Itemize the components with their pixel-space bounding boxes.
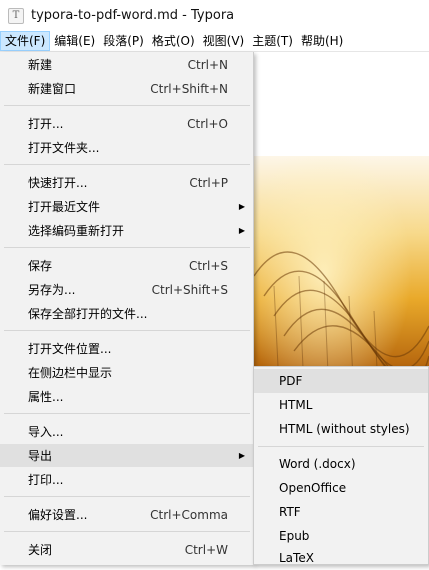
export-html-without-styles[interactable]: HTML (without styles) <box>254 417 428 441</box>
menu-paragraph[interactable]: 段落(P) <box>99 31 148 51</box>
menu-item-label: 打印... <box>28 473 64 487</box>
menu-item-shortcut: Ctrl+Shift+S <box>151 282 228 297</box>
export-item-label: OpenOffice <box>279 481 347 495</box>
menu-item-label: 打开文件夹... <box>28 141 100 155</box>
export-pdf[interactable]: PDF <box>254 369 428 393</box>
menu-separator <box>4 330 250 331</box>
menu-item-label: 导入... <box>28 425 64 439</box>
submenu-arrow-icon: ▶ <box>238 202 245 211</box>
menu-item-new-window[interactable]: 新建窗口 Ctrl+Shift+N <box>0 77 253 100</box>
menu-item-label: 属性... <box>28 390 64 404</box>
menu-separator <box>4 105 250 106</box>
menu-separator <box>4 531 250 532</box>
menu-item-export[interactable]: 导出 ▶ <box>0 444 253 467</box>
menu-item-properties[interactable]: 属性... <box>0 385 253 408</box>
menu-item-save[interactable]: 保存 Ctrl+S <box>0 254 253 277</box>
menu-item-label: 新建 <box>28 58 53 72</box>
menu-item-label: 选择编码重新打开 <box>28 224 125 238</box>
file-menu-dropdown: 新建 Ctrl+N 新建窗口 Ctrl+Shift+N 打开... Ctrl+O… <box>0 52 254 565</box>
menu-item-open[interactable]: 打开... Ctrl+O <box>0 112 253 135</box>
menu-item-label: 导出 <box>28 449 53 463</box>
menu-item-print[interactable]: 打印... <box>0 468 253 491</box>
menu-item-reopen-with-encoding[interactable]: 选择编码重新打开 ▶ <box>0 219 253 242</box>
menu-edit[interactable]: 编辑(E) <box>50 31 99 51</box>
menu-item-reveal-in-sidebar[interactable]: 在侧边栏中显示 <box>0 361 253 384</box>
menu-item-label: 保存全部打开的文件... <box>28 307 148 321</box>
menu-item-quick-open[interactable]: 快速打开... Ctrl+P <box>0 171 253 194</box>
menu-help[interactable]: 帮助(H) <box>297 31 347 51</box>
menu-item-shortcut: Ctrl+W <box>184 542 228 557</box>
menu-item-label: 关闭 <box>28 543 53 557</box>
menu-item-new[interactable]: 新建 Ctrl+N <box>0 53 253 76</box>
menu-theme[interactable]: 主题(T) <box>248 31 297 51</box>
menu-item-import[interactable]: 导入... <box>0 420 253 443</box>
menu-item-shortcut: Ctrl+N <box>187 57 228 72</box>
export-openoffice[interactable]: OpenOffice <box>254 476 428 500</box>
menu-separator <box>4 496 250 497</box>
menu-item-shortcut: Ctrl+P <box>189 175 228 190</box>
export-epub[interactable]: Epub <box>254 524 428 548</box>
menu-item-label: 另存为... <box>28 283 76 297</box>
menu-separator <box>4 247 250 248</box>
export-latex[interactable]: LaTeX <box>254 546 428 570</box>
export-submenu: PDF HTML HTML (without styles) Word (.do… <box>253 366 429 565</box>
menu-item-label: 打开文件位置... <box>28 342 112 356</box>
menu-separator <box>4 164 250 165</box>
export-item-label: HTML <box>279 398 313 412</box>
menu-item-shortcut: Ctrl+O <box>187 116 228 131</box>
export-html[interactable]: HTML <box>254 393 428 417</box>
menu-item-label: 偏好设置... <box>28 508 88 522</box>
menu-item-open-recent[interactable]: 打开最近文件 ▶ <box>0 195 253 218</box>
title-bar: T typora-to-pdf-word.md - Typora <box>0 0 429 31</box>
menu-item-shortcut: Ctrl+Shift+N <box>150 81 228 96</box>
export-item-label: HTML (without styles) <box>279 422 410 436</box>
window-title: typora-to-pdf-word.md - Typora <box>31 8 235 23</box>
export-item-label: PDF <box>279 374 303 388</box>
menu-item-open-folder[interactable]: 打开文件夹... <box>0 136 253 159</box>
menu-item-label: 在侧边栏中显示 <box>28 366 113 380</box>
export-item-label: LaTeX <box>279 551 314 565</box>
menu-bar: 文件(F) 编辑(E) 段落(P) 格式(O) 视图(V) 主题(T) 帮助(H… <box>0 31 429 52</box>
submenu-arrow-icon: ▶ <box>238 451 245 460</box>
menu-item-label: 打开... <box>28 117 64 131</box>
menu-item-label: 打开最近文件 <box>28 200 101 214</box>
menu-file[interactable]: 文件(F) <box>0 31 51 51</box>
export-item-label: Word (.docx) <box>279 457 356 471</box>
menu-item-open-file-location[interactable]: 打开文件位置... <box>0 337 253 360</box>
menu-separator <box>258 446 424 447</box>
menu-item-label: 新建窗口 <box>28 82 77 96</box>
export-word[interactable]: Word (.docx) <box>254 452 428 476</box>
export-rtf[interactable]: RTF <box>254 500 428 524</box>
export-item-label: Epub <box>279 529 310 543</box>
menu-item-label: 保存 <box>28 259 53 273</box>
menu-separator <box>4 413 250 414</box>
menu-item-close[interactable]: 关闭 Ctrl+W <box>0 538 253 561</box>
submenu-arrow-icon: ▶ <box>238 226 245 235</box>
menu-item-save-as[interactable]: 另存为... Ctrl+Shift+S <box>0 278 253 301</box>
menu-item-save-all[interactable]: 保存全部打开的文件... <box>0 302 253 325</box>
menu-item-shortcut: Ctrl+S <box>188 258 228 273</box>
menu-item-label: 快速打开... <box>28 176 88 190</box>
export-item-label: RTF <box>279 505 301 519</box>
menu-view[interactable]: 视图(V) <box>199 31 249 51</box>
menu-format[interactable]: 格式(O) <box>148 31 199 51</box>
typora-app-icon: T <box>8 7 24 24</box>
menu-item-shortcut: Ctrl+Comma <box>150 507 228 522</box>
menu-item-preferences[interactable]: 偏好设置... Ctrl+Comma <box>0 503 253 526</box>
